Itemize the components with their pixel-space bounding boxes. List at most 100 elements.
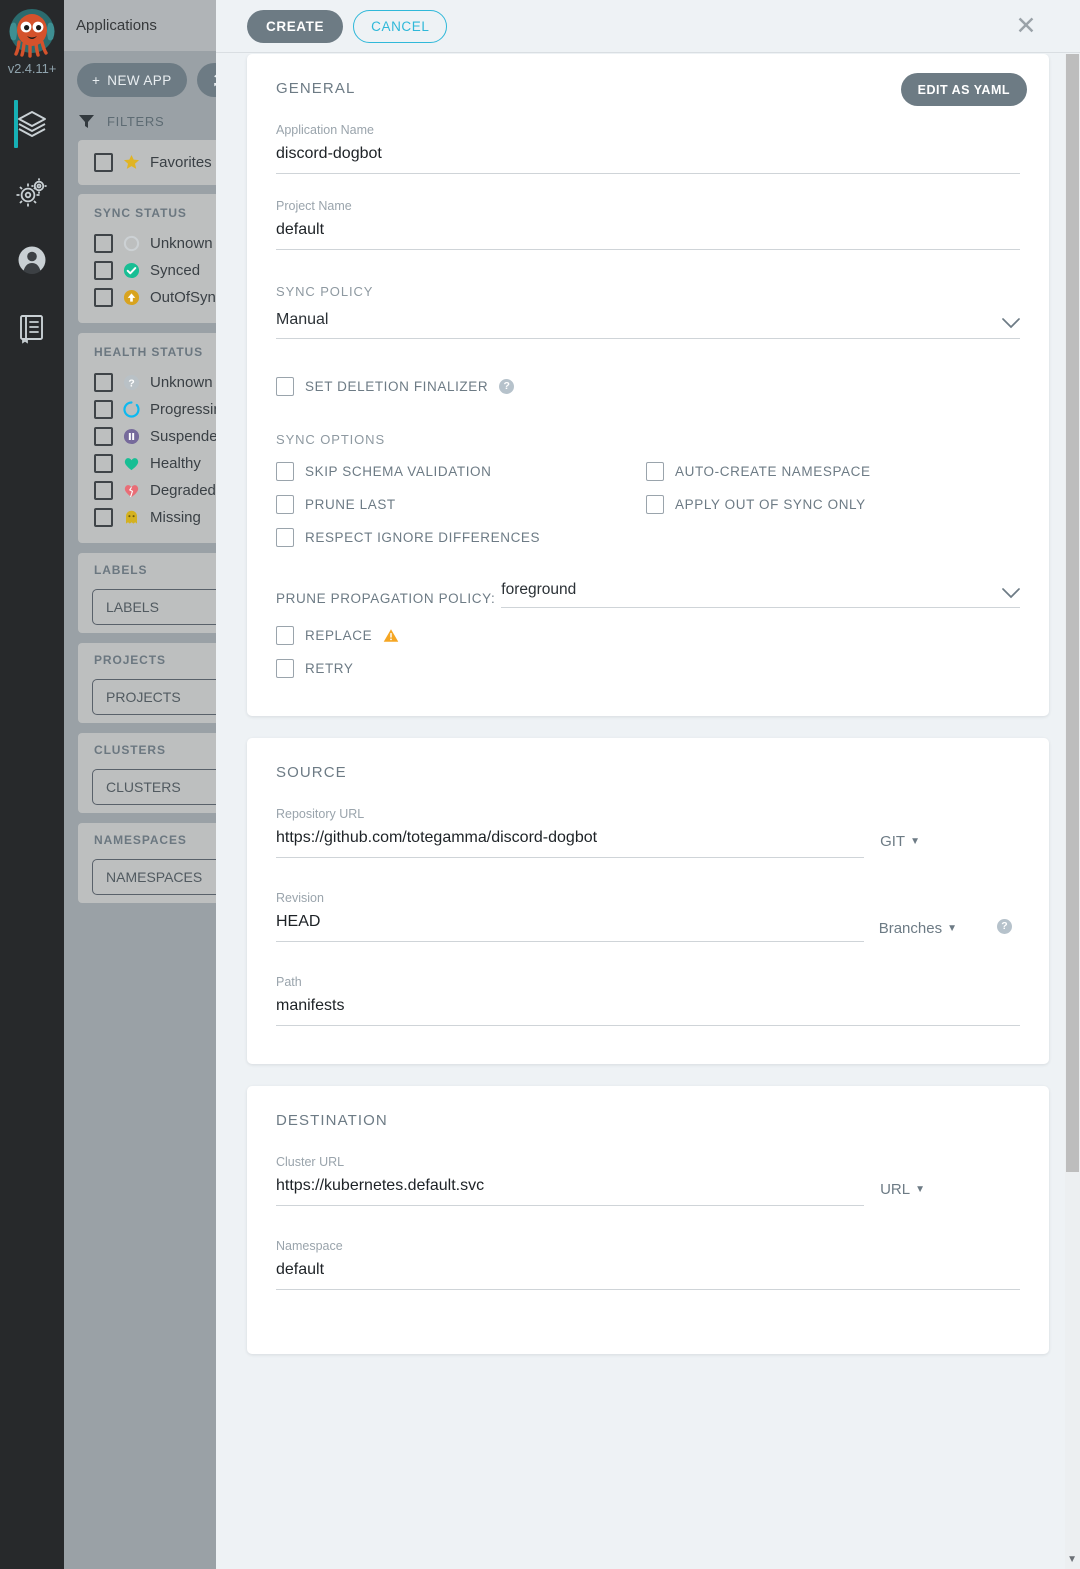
prune-propagation-policy-row: PRUNE PROPAGATION POLICY: foreground <box>276 581 1020 608</box>
option-prune-last[interactable]: PRUNE LAST <box>276 495 646 514</box>
health-unknown-checkbox[interactable] <box>94 373 113 392</box>
cancel-button[interactable]: CANCEL <box>353 9 448 43</box>
sync-unknown-checkbox[interactable] <box>94 234 113 253</box>
star-icon <box>123 154 140 169</box>
health-progressing-label: Progressing <box>150 401 216 418</box>
sync-synced-label: Synced <box>150 262 201 279</box>
labels-input[interactable]: LABELS <box>92 589 216 625</box>
repository-url-label: Repository URL <box>276 807 365 821</box>
filter-group-clusters: CLUSTERS CLUSTERS <box>78 733 216 813</box>
health-degraded-checkbox[interactable] <box>94 481 113 500</box>
project-name-input[interactable]: default <box>276 221 1020 250</box>
question-circle-icon: ? <box>123 374 140 391</box>
namespace-label: Namespace <box>276 1239 343 1253</box>
nav-item-applications[interactable] <box>0 90 64 158</box>
book-icon <box>20 315 43 344</box>
caret-down-icon: ▼ <box>915 1184 925 1195</box>
help-icon[interactable]: ? <box>997 919 1012 934</box>
revision-label: Revision <box>276 891 324 905</box>
application-name-input[interactable]: discord-dogbot <box>276 145 1020 174</box>
warning-triangle-icon <box>383 629 399 642</box>
new-app-button[interactable]: + NEW APP <box>77 63 187 97</box>
health-suspended-checkbox[interactable] <box>94 427 113 446</box>
heart-icon <box>124 458 139 471</box>
sync-apps-button[interactable]: S <box>196 63 216 97</box>
modal-scroll-area: EDIT AS YAML GENERAL Application Name di… <box>216 54 1080 1569</box>
auto-create-namespace-checkbox[interactable] <box>646 462 664 481</box>
filter-favorites-only[interactable]: Favorites On <box>78 149 216 176</box>
edit-as-yaml-button[interactable]: EDIT AS YAML <box>900 73 1027 106</box>
circle-outline-icon <box>123 235 140 252</box>
ghost-icon <box>126 510 137 524</box>
set-deletion-finalizer-row[interactable]: SET DELETION FINALIZER ? <box>276 377 1020 396</box>
arrow-up-circle-icon <box>123 289 140 306</box>
respect-ignore-differences-checkbox[interactable] <box>276 528 294 547</box>
option-apply-out-of-sync-only[interactable]: APPLY OUT OF SYNC ONLY <box>646 495 1016 514</box>
sync-outofsync-checkbox[interactable] <box>94 288 113 307</box>
sync-options-grid: SKIP SCHEMA VALIDATION PRUNE LAST RESPEC… <box>276 462 1020 561</box>
close-icon[interactable]: ✕ <box>1013 14 1039 40</box>
namespaces-input[interactable]: NAMESPACES <box>92 859 216 895</box>
option-skip-schema-validation[interactable]: SKIP SCHEMA VALIDATION <box>276 462 646 481</box>
filters-sidebar: Applications + NEW APP S <box>64 0 216 1569</box>
revision-type-select[interactable]: Branches ▼ <box>879 920 957 937</box>
set-deletion-finalizer-checkbox[interactable] <box>276 377 294 396</box>
sync-policy-select[interactable]: Manual <box>276 311 1020 339</box>
option-respect-ignore-differences[interactable]: RESPECT IGNORE DIFFERENCES <box>276 528 646 547</box>
option-auto-create-namespace[interactable]: AUTO-CREATE NAMESPACE <box>646 462 1016 481</box>
health-missing-checkbox[interactable] <box>94 508 113 527</box>
cluster-url-input[interactable]: https://kubernetes.default.svc <box>276 1177 864 1206</box>
filter-health-missing[interactable]: Missing <box>78 504 216 531</box>
revision-field: Revision HEAD Branches ▼ ? <box>276 891 1020 942</box>
prune-propagation-policy-select[interactable]: foreground <box>501 581 1020 608</box>
filter-health-progressing[interactable]: Progressing <box>78 396 216 423</box>
sync-policy-label: SYNC POLICY <box>276 284 374 299</box>
respect-ignore-differences-label: RESPECT IGNORE DIFFERENCES <box>305 530 541 545</box>
nav-item-user-info[interactable] <box>0 226 64 294</box>
health-healthy-checkbox[interactable] <box>94 454 113 473</box>
create-button[interactable]: CREATE <box>247 9 344 43</box>
projects-input[interactable]: PROJECTS <box>92 679 216 715</box>
replace-checkbox[interactable] <box>276 626 294 645</box>
filter-sync-unknown[interactable]: Unknown <box>78 230 216 257</box>
sync-synced-checkbox[interactable] <box>94 261 113 280</box>
namespace-input[interactable]: default <box>276 1261 1020 1290</box>
apply-out-of-sync-only-checkbox[interactable] <box>646 495 664 514</box>
filter-health-degraded[interactable]: Degraded <box>78 477 216 504</box>
cluster-url-label: Cluster URL <box>276 1155 345 1169</box>
health-progressing-checkbox[interactable] <box>94 400 113 419</box>
option-retry[interactable]: RETRY <box>276 659 1020 678</box>
filter-sync-outofsync[interactable]: OutOfSync <box>78 284 216 311</box>
repository-url-input[interactable]: https://github.com/totegamma/discord-dog… <box>276 829 864 858</box>
repository-type-select[interactable]: GIT ▼ <box>880 833 920 850</box>
sync-outofsync-label: OutOfSync <box>150 289 216 306</box>
favorites-checkbox[interactable] <box>94 153 113 172</box>
retry-checkbox[interactable] <box>276 659 294 678</box>
cluster-type-select[interactable]: URL ▼ <box>880 1181 925 1198</box>
version-label: v2.4.11+ <box>7 61 57 76</box>
plus-icon: + <box>92 72 101 88</box>
filter-health-healthy[interactable]: Healthy <box>78 450 216 477</box>
revision-input[interactable]: HEAD <box>276 913 864 942</box>
path-input[interactable]: manifests <box>276 997 1020 1026</box>
option-replace[interactable]: REPLACE <box>276 626 1020 645</box>
clusters-input[interactable]: CLUSTERS <box>92 769 216 805</box>
filter-sync-synced[interactable]: Synced <box>78 257 216 284</box>
nav-item-settings[interactable] <box>0 158 64 226</box>
namespaces-title: NAMESPACES <box>94 833 187 847</box>
filter-health-suspended[interactable]: Suspended <box>78 423 216 450</box>
nav-item-documentation[interactable] <box>0 294 64 362</box>
nav-rail: v2.4.11+ <box>0 0 64 1569</box>
replace-label: REPLACE <box>305 628 373 643</box>
user-icon <box>18 246 46 274</box>
modal-toolbar: CREATE CANCEL ✕ <box>216 0 1080 53</box>
app-logo-block[interactable]: v2.4.11+ <box>5 6 59 90</box>
chevron-down-icon <box>1002 588 1020 599</box>
skip-schema-validation-checkbox[interactable] <box>276 462 294 481</box>
caret-down-icon: ▼ <box>947 923 957 934</box>
project-name-field: Project Name default <box>276 199 1020 250</box>
help-icon[interactable]: ? <box>499 379 515 394</box>
filter-health-unknown[interactable]: ? Unknown <box>78 369 216 396</box>
prune-last-checkbox[interactable] <box>276 495 294 514</box>
path-label: Path <box>276 975 302 989</box>
